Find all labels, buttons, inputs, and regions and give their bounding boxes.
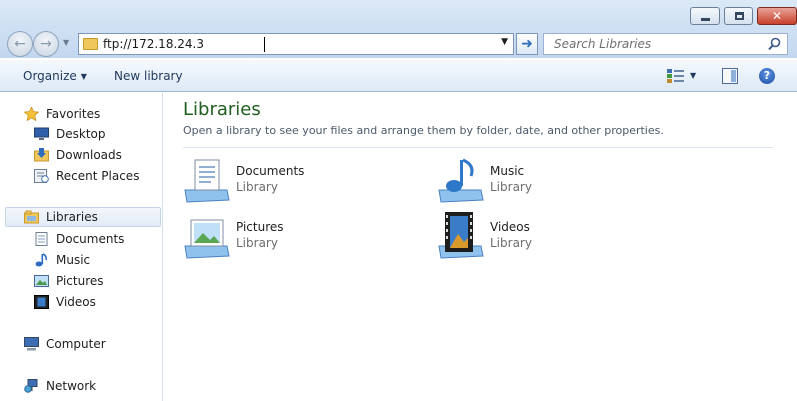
- recent-places-icon: [34, 169, 49, 183]
- help-icon[interactable]: ?: [759, 68, 775, 84]
- folder-icon: [83, 38, 98, 50]
- text-caret: [264, 37, 265, 52]
- sidebar-item-label: Videos: [56, 295, 96, 309]
- library-name: Documents: [236, 164, 305, 178]
- library-tile-documents[interactable]: Documents Library: [183, 156, 423, 204]
- title-bar: ✕: [0, 0, 797, 30]
- sidebar-item-label: Favorites: [46, 107, 101, 121]
- change-view-icon[interactable]: [667, 69, 684, 83]
- sidebar-item-label: Music: [56, 253, 91, 267]
- sidebar-item-label: Documents: [56, 232, 125, 246]
- library-tile-music[interactable]: Music Library: [437, 156, 677, 204]
- page-description: Open a library to see your files and arr…: [183, 124, 664, 137]
- go-button[interactable]: ➜: [516, 33, 538, 55]
- music-library-icon: [438, 158, 484, 203]
- desktop-icon: [34, 127, 49, 140]
- minimize-icon: [701, 18, 710, 21]
- downloads-icon: [34, 148, 49, 162]
- search-placeholder: Search Libraries: [554, 37, 652, 51]
- network-icon: [24, 379, 38, 393]
- sidebar-item-label: Computer: [46, 337, 106, 351]
- maximize-button[interactable]: [724, 7, 753, 25]
- maximize-icon: [735, 12, 744, 20]
- sidebar-item-computer[interactable]: Computer: [0, 334, 162, 354]
- new-library-label: New library: [114, 69, 183, 83]
- back-arrow-icon: ←: [14, 36, 26, 52]
- sidebar-item-label: Network: [46, 379, 97, 393]
- address-bar-row: ← → ▼ ftp://172.18.24.3 ▼ ➜ Search Libra…: [0, 30, 797, 58]
- chevron-down-icon: ▼: [80, 72, 87, 81]
- library-type: Library: [490, 180, 532, 194]
- library-tile-videos[interactable]: Videos Library: [437, 212, 677, 260]
- sidebar-item-network[interactable]: Network: [0, 376, 162, 396]
- address-input[interactable]: ftp://172.18.24.3 ▼: [78, 33, 514, 55]
- sidebar-item-label: Pictures: [56, 274, 104, 288]
- sidebar-item-pictures[interactable]: Pictures: [0, 271, 162, 291]
- videos-icon: [34, 295, 49, 309]
- videos-library-icon: [438, 212, 484, 259]
- forward-arrow-icon: →: [40, 36, 52, 52]
- sidebar-item-documents[interactable]: Documents: [0, 229, 162, 249]
- command-bar: Organize ▼ New library ▼ ?: [0, 60, 797, 92]
- sidebar-item-recent-places[interactable]: Recent Places: [0, 166, 162, 186]
- page-title: Libraries: [183, 99, 261, 120]
- star-icon: [24, 107, 39, 121]
- sidebar-item-label: Desktop: [56, 127, 106, 141]
- organize-label: Organize: [23, 69, 77, 83]
- view-options-dropdown-icon[interactable]: ▼: [690, 71, 696, 80]
- search-icon[interactable]: [768, 37, 781, 51]
- sidebar-item-videos[interactable]: Videos: [0, 292, 162, 312]
- sidebar-item-music[interactable]: Music: [0, 250, 162, 270]
- sidebar-item-favorites[interactable]: Favorites: [0, 104, 162, 124]
- sidebar-item-label: Recent Places: [56, 169, 140, 183]
- library-tile-pictures[interactable]: Pictures Library: [183, 212, 423, 260]
- computer-icon: [24, 337, 39, 351]
- new-library-button[interactable]: New library: [114, 69, 183, 83]
- pictures-library-icon: [184, 219, 230, 259]
- divider: [183, 147, 773, 148]
- libraries-icon: [24, 210, 39, 224]
- address-value[interactable]: ftp://172.18.24.3: [103, 37, 204, 51]
- library-type: Library: [236, 236, 278, 250]
- back-button[interactable]: ←: [7, 31, 33, 57]
- documents-icon: [35, 232, 48, 246]
- sidebar-item-label: Downloads: [56, 148, 122, 162]
- search-input[interactable]: Search Libraries: [543, 33, 788, 55]
- sidebar-item-libraries[interactable]: Libraries: [5, 207, 161, 227]
- sidebar-item-label: Libraries: [46, 210, 98, 224]
- forward-button[interactable]: →: [33, 31, 59, 57]
- pictures-icon: [34, 275, 49, 287]
- library-name: Videos: [490, 220, 530, 234]
- address-dropdown-icon[interactable]: ▼: [501, 37, 508, 47]
- library-name: Music: [490, 164, 525, 178]
- navigation-pane: Favorites Desktop Downloads Recent Place…: [0, 93, 163, 401]
- library-type: Library: [236, 180, 278, 194]
- go-arrow-icon: ➜: [521, 36, 533, 52]
- library-type: Library: [490, 236, 532, 250]
- preview-pane-icon[interactable]: [722, 68, 738, 84]
- close-button[interactable]: ✕: [757, 7, 797, 25]
- sidebar-item-desktop[interactable]: Desktop: [0, 124, 162, 144]
- minimize-button[interactable]: [690, 7, 720, 25]
- sidebar-item-downloads[interactable]: Downloads: [0, 145, 162, 165]
- close-icon: ✕: [771, 9, 783, 23]
- music-icon: [35, 253, 47, 267]
- documents-library-icon: [184, 159, 230, 203]
- recent-pages-dropdown-icon[interactable]: ▼: [63, 38, 69, 47]
- library-name: Pictures: [236, 220, 284, 234]
- organize-menu[interactable]: Organize ▼: [23, 69, 87, 83]
- content-pane: Libraries Open a library to see your fil…: [164, 93, 797, 401]
